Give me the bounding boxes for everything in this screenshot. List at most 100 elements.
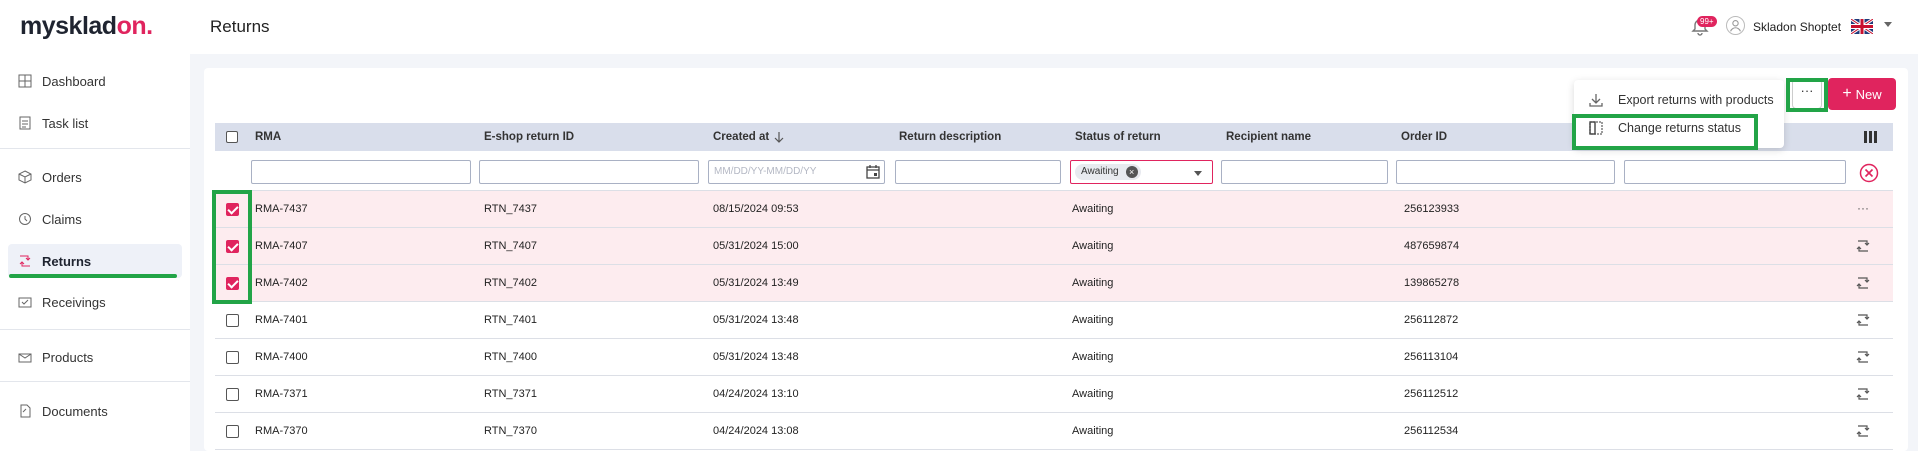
return-swap-icon[interactable] — [1855, 238, 1871, 254]
highlight-change-status — [1572, 114, 1758, 150]
eshop-return-id-cell: RTN_7371 — [484, 388, 537, 400]
receivings-icon — [18, 297, 32, 308]
eshop-return-id-cell: RTN_7407 — [484, 240, 537, 252]
table-row[interactable]: RMA-7370 RTN_7370 04/24/2024 13:08 Awaiting… — [215, 413, 1893, 450]
eshop-return-id-cell: RTN_7401 — [484, 314, 537, 326]
table-row[interactable]: RMA-7401 RTN_7401 05/31/2024 13:48 Awaiting… — [215, 302, 1893, 339]
status-cell: Awaiting — [1072, 314, 1114, 326]
column-header-order-id[interactable]: Order ID — [1401, 131, 1447, 143]
table-row[interactable]: RMA-7402 RTN_7402 05/31/2024 13:49 Awaiting… — [215, 265, 1893, 302]
rma-cell[interactable]: RMA-7400 — [255, 351, 308, 363]
clear-filters-icon[interactable] — [1859, 163, 1879, 183]
eshop-return-id-cell: RTN_7400 — [484, 351, 537, 363]
created-at-filter-input[interactable]: MM/DD/YY-MM/DD/YY — [708, 160, 885, 184]
sidebar-item-label: Products — [42, 349, 94, 365]
sidebar-item-receivings[interactable]: Receivings — [8, 285, 182, 319]
row-checkbox[interactable] — [226, 351, 239, 364]
rma-filter-input[interactable] — [251, 160, 471, 184]
column-header-eshop-return-id[interactable]: E-shop return ID — [484, 131, 574, 143]
user-name[interactable]: Skladon Shoptet — [1753, 20, 1841, 34]
sidebar-item-claims[interactable]: Claims — [8, 202, 182, 236]
task-list-icon — [19, 116, 31, 130]
highlight-more-button — [1786, 78, 1828, 112]
row-more-icon[interactable]: ··· — [1855, 201, 1871, 217]
row-checkbox[interactable] — [226, 425, 239, 438]
created-at-cell: 04/24/2024 13:08 — [713, 425, 799, 437]
status-filter-select[interactable]: Awaiting × — [1070, 160, 1213, 184]
rma-cell[interactable]: RMA-7437 — [255, 203, 308, 215]
sidebar-item-label: Documents — [42, 403, 108, 419]
rma-cell[interactable]: RMA-7371 — [255, 388, 308, 400]
column-header-rma[interactable]: RMA — [255, 131, 281, 143]
remove-chip-icon[interactable]: × — [1125, 166, 1138, 178]
sidebar-item-dashboard[interactable]: Dashboard — [8, 64, 182, 98]
sidebar-item-documents[interactable]: Documents — [8, 394, 182, 428]
status-cell: Awaiting — [1072, 351, 1114, 363]
sidebar-item-orders[interactable]: Orders — [8, 160, 182, 194]
box-icon — [18, 170, 32, 184]
column-header-created-at[interactable]: Created at — [713, 131, 769, 143]
date-range-placeholder: MM/DD/YY-MM/DD/YY — [714, 166, 817, 177]
download-icon — [1589, 94, 1603, 107]
row-checkbox[interactable] — [226, 314, 239, 327]
page-title: Returns — [210, 17, 270, 36]
created-at-cell: 05/31/2024 13:48 — [713, 351, 799, 363]
return-swap-icon[interactable] — [1855, 312, 1871, 328]
eshop-return-id-cell: RTN_7370 — [484, 425, 537, 437]
highlight-checked-rows — [212, 190, 252, 304]
new-button-label: New — [1855, 86, 1882, 102]
sidebar-item-returns[interactable]: Returns — [8, 244, 182, 278]
sidebar-item-label: Task list — [42, 115, 89, 131]
user-avatar-icon[interactable] — [1726, 16, 1745, 35]
divider — [0, 148, 190, 149]
sidebar-item-products[interactable]: Products — [8, 340, 182, 374]
return-swap-icon[interactable] — [1855, 275, 1871, 291]
return-swap-icon[interactable] — [1855, 386, 1871, 402]
rma-cell[interactable]: RMA-7402 — [255, 277, 308, 289]
rma-cell[interactable]: RMA-7401 — [255, 314, 308, 326]
created-at-cell: 05/31/2024 13:49 — [713, 277, 799, 289]
export-returns-menu-item[interactable]: Export returns with products — [1588, 89, 1774, 111]
columns-settings-icon[interactable] — [1864, 131, 1877, 143]
sidebar-item-label: Dashboard — [42, 73, 106, 89]
order-id-cell: 139865278 — [1404, 277, 1460, 289]
table-row[interactable]: RMA-7407 RTN_7407 05/31/2024 15:00 Awaiting… — [215, 228, 1893, 265]
calendar-icon[interactable] — [865, 164, 881, 180]
return-swap-icon[interactable] — [1855, 423, 1871, 439]
new-button[interactable]: + New — [1828, 78, 1896, 110]
order-id-cell: 256112534 — [1404, 425, 1459, 437]
products-icon — [18, 353, 32, 363]
claims-icon — [19, 213, 31, 225]
table-row[interactable]: RMA-7437 RTN_7437 08/15/2024 09:53 Awaiting… — [215, 191, 1893, 228]
eshop-return-id-filter-input[interactable] — [479, 160, 699, 184]
language-chevron-down-icon[interactable] — [1884, 22, 1892, 27]
select-all-checkbox[interactable] — [226, 131, 238, 143]
row-checkbox[interactable] — [226, 388, 239, 401]
logo[interactable]: myskladon. — [20, 12, 153, 41]
chevron-down-icon[interactable] — [1194, 171, 1202, 176]
extra-filter-input[interactable] — [1624, 160, 1846, 184]
divider — [0, 329, 190, 330]
sidebar-item-task-list[interactable]: Task list — [8, 106, 182, 140]
created-at-cell: 04/24/2024 13:10 — [713, 388, 799, 400]
sort-down-icon[interactable] — [774, 131, 784, 143]
return-description-filter-input[interactable] — [895, 160, 1061, 184]
filter-row: MM/DD/YY-MM/DD/YY Awaiting × — [215, 151, 1893, 191]
eshop-return-id-cell: RTN_7402 — [484, 277, 537, 289]
table-row[interactable]: RMA-7400 RTN_7400 05/31/2024 13:48 Awaiting… — [215, 339, 1893, 376]
column-header-status-of-return[interactable]: Status of return — [1075, 131, 1161, 143]
returns-icon — [19, 255, 31, 267]
status-cell: Awaiting — [1072, 203, 1114, 215]
status-chip-label: Awaiting — [1081, 166, 1119, 177]
rma-cell[interactable]: RMA-7407 — [255, 240, 308, 252]
return-swap-icon[interactable] — [1855, 349, 1871, 365]
rma-cell[interactable]: RMA-7370 — [255, 425, 308, 437]
column-header-recipient-name[interactable]: Recipient name — [1226, 131, 1311, 143]
sidebar-item-label: Returns — [42, 253, 92, 269]
table-row[interactable]: RMA-7371 RTN_7371 04/24/2024 13:10 Awaiting… — [215, 376, 1893, 413]
order-id-cell: 256123933 — [1404, 203, 1460, 215]
recipient-name-filter-input[interactable] — [1221, 160, 1388, 184]
column-header-return-description[interactable]: Return description — [899, 131, 1001, 143]
order-id-filter-input[interactable] — [1396, 160, 1615, 184]
uk-flag-icon[interactable] — [1851, 19, 1873, 34]
